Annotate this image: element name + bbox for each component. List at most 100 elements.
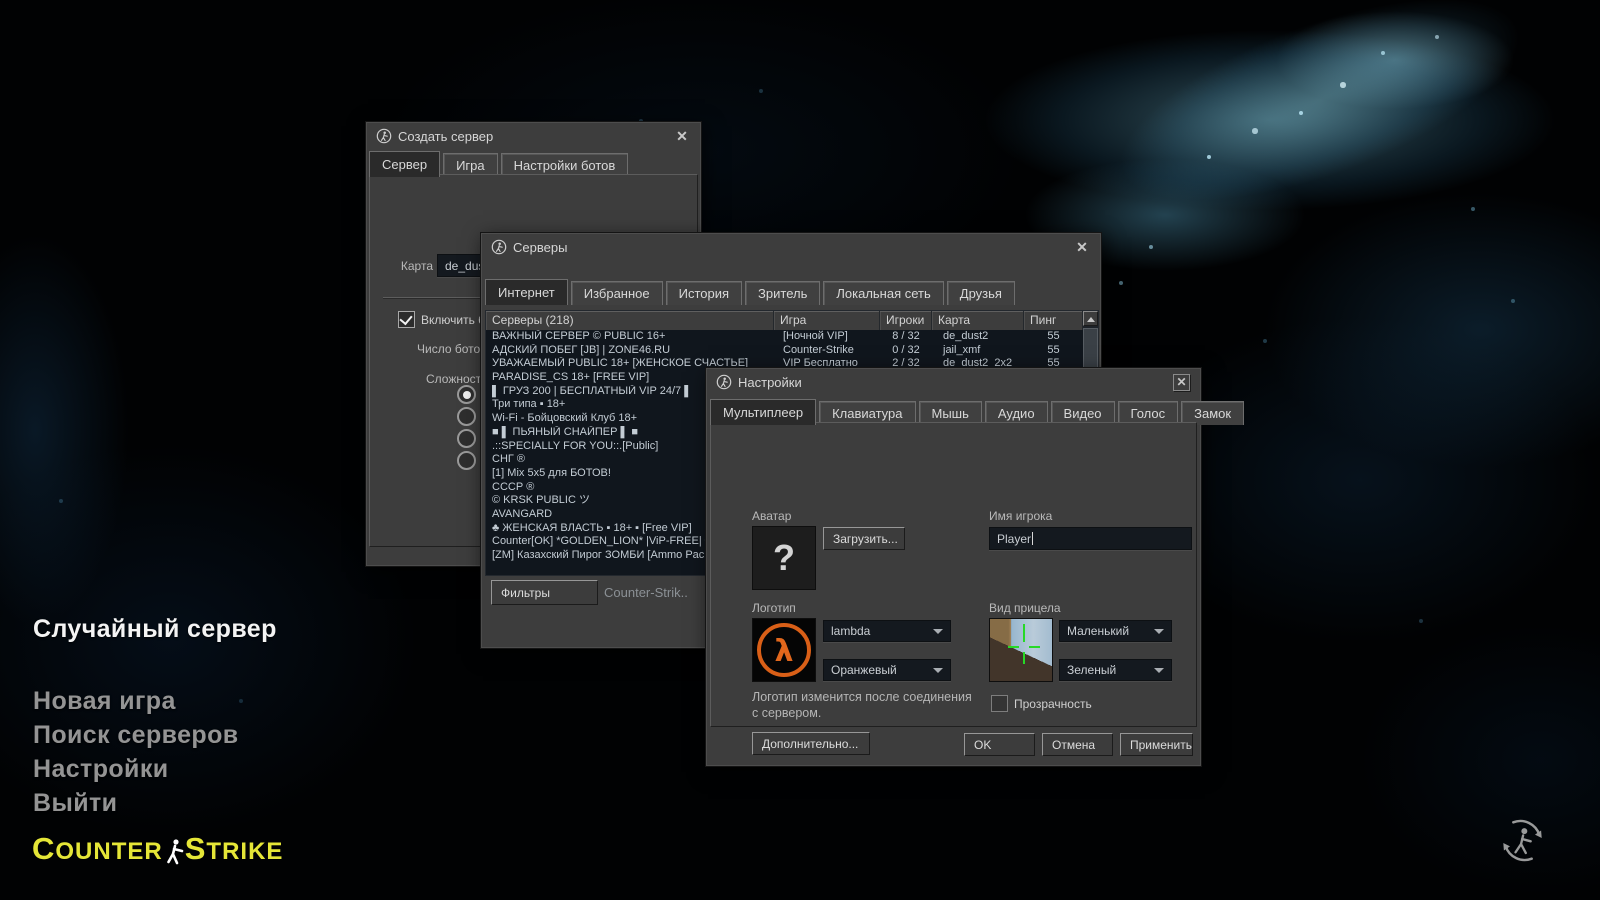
create-tab-0[interactable]: Сервер	[369, 151, 440, 177]
main-menu: Случайный сервер Новая играПоиск серверов…	[33, 612, 277, 820]
logo-type-value: lambda	[831, 624, 870, 638]
transparency-checkbox[interactable]	[991, 695, 1008, 712]
player-name-value: Player	[997, 532, 1031, 546]
cell-ping: 55	[1024, 344, 1083, 358]
filters-button[interactable]: Фильтры	[491, 580, 598, 605]
filter-summary-text: Counter-Strik..	[604, 585, 688, 600]
menu-item-1[interactable]: Новая игра	[33, 684, 277, 718]
scroll-up-button[interactable]	[1083, 311, 1098, 326]
player-name-input[interactable]: Player	[989, 527, 1192, 550]
servers-titlebar[interactable]: Серверы ✕	[481, 233, 1101, 261]
window-title: Создать сервер	[398, 129, 493, 144]
crosshair-color-value: Зеленый	[1067, 663, 1116, 677]
close-icon[interactable]: ✕	[674, 128, 690, 144]
servers-tab-3[interactable]: Зритель	[745, 281, 820, 305]
crosshair-line	[1023, 624, 1025, 642]
apply-button[interactable]: Применить	[1120, 733, 1193, 756]
close-icon[interactable]: ✕	[1074, 239, 1090, 255]
cs-corner-emblem-icon	[1499, 817, 1546, 864]
brand-counter: COUNTER	[32, 832, 163, 869]
crosshair-size-select[interactable]: Маленький	[1059, 620, 1172, 642]
difficulty-radio-3[interactable]	[457, 451, 476, 470]
logo-note-line1: Логотип изменится после соединения	[752, 690, 972, 704]
column-header-2[interactable]: Игроки	[880, 311, 932, 330]
water-droplets-decoration	[0, 0, 2, 2]
column-header-1[interactable]: Игра	[774, 311, 880, 330]
cell-players: 0 / 32	[880, 344, 932, 358]
settings-window: Настройки ✕ МультиплеерКлавиатураМышьАуд…	[705, 367, 1202, 767]
cell-map: de_dust2	[932, 330, 1024, 344]
logo-color-select[interactable]: Оранжевый	[823, 659, 951, 681]
cell-name: ВАЖНЫЙ СЕРВЕР © PUBLIC 16+	[486, 330, 774, 344]
column-header-4[interactable]: Пинг	[1024, 311, 1083, 330]
text-caret	[1032, 532, 1033, 545]
cell-game: Counter-Strike	[774, 344, 880, 358]
crosshair-label: Вид прицела	[989, 601, 1061, 615]
ok-button[interactable]: OK	[964, 733, 1035, 756]
logo-type-select[interactable]: lambda	[823, 620, 951, 642]
servers-tab-0[interactable]: Интернет	[485, 279, 568, 305]
servers-tab-2[interactable]: История	[666, 281, 742, 305]
difficulty-label: Сложность	[426, 372, 487, 386]
server-row-1[interactable]: АДСКИЙ ПОБЕГ [JB] | ZONE46.RUCounter-Str…	[486, 344, 1083, 358]
cell-name: АДСКИЙ ПОБЕГ [JB] | ZONE46.RU	[486, 344, 774, 358]
cs-window-icon	[491, 239, 507, 255]
servers-tabs: ИнтернетИзбранноеИсторияЗрительЛокальная…	[485, 279, 1015, 305]
logo-note-line2: с сервером.	[752, 706, 821, 720]
column-header-0[interactable]: Серверы (218)	[486, 311, 774, 330]
menu-item-4[interactable]: Выйти	[33, 786, 277, 820]
player-name-label: Имя игрока	[989, 509, 1052, 523]
server-row-0[interactable]: ВАЖНЫЙ СЕРВЕР © PUBLIC 16+[Ночной VIP]8 …	[486, 330, 1083, 344]
crosshair-preview	[989, 618, 1053, 682]
menu-item-3[interactable]: Настройки	[33, 752, 277, 786]
crosshair-color-select[interactable]: Зеленый	[1059, 659, 1172, 681]
menu-item-0[interactable]: Случайный сервер	[33, 612, 277, 646]
cs-window-icon	[716, 374, 732, 390]
transparency-label: Прозрачность	[1014, 697, 1092, 711]
settings-tab-0[interactable]: Мультиплеер	[710, 399, 816, 425]
cell-ping: 55	[1024, 330, 1083, 344]
menu-item-2[interactable]: Поиск серверов	[33, 718, 277, 752]
lambda-icon: λ	[775, 634, 794, 669]
difficulty-radio-1[interactable]	[457, 407, 476, 426]
multiplayer-tab-panel: Аватар ? Загрузить... Имя игрока Player …	[710, 422, 1197, 727]
server-list-header: Серверы (218)ИграИгрокиКартаПинг	[486, 311, 1083, 330]
soldier-icon	[165, 837, 185, 867]
crosshair-line	[1023, 652, 1025, 664]
column-header-3[interactable]: Карта	[932, 311, 1024, 330]
enable-bots-checkbox[interactable]	[398, 311, 415, 328]
crosshair-size-value: Маленький	[1067, 624, 1129, 638]
window-title: Серверы	[513, 240, 567, 255]
servers-tab-1[interactable]: Избранное	[571, 281, 663, 305]
chevron-down-icon	[933, 668, 943, 673]
cell-map: jail_xmf	[932, 344, 1024, 358]
crosshair-line	[1008, 646, 1019, 648]
servers-tab-5[interactable]: Друзья	[947, 281, 1015, 305]
logo-color-value: Оранжевый	[831, 663, 897, 677]
servers-tab-4[interactable]: Локальная сеть	[823, 281, 943, 305]
cancel-button[interactable]: Отмена	[1042, 733, 1113, 756]
cs-window-icon	[376, 128, 392, 144]
map-label: Карта	[378, 259, 433, 273]
close-icon[interactable]: ✕	[1173, 374, 1190, 391]
avatar: ?	[752, 526, 816, 590]
chevron-down-icon	[1154, 668, 1164, 673]
bots-count-label: Число ботов	[417, 342, 487, 356]
window-title: Настройки	[738, 375, 802, 390]
avatar-label: Аватар	[752, 509, 791, 523]
logo-label: Логотип	[752, 601, 796, 615]
create-server-titlebar[interactable]: Создать сервер ✕	[366, 122, 701, 150]
crosshair-line	[1029, 646, 1040, 648]
chevron-down-icon	[933, 629, 943, 634]
desktop: Случайный сервер Новая играПоиск серверов…	[0, 0, 1600, 900]
spray-logo-preview: λ	[752, 618, 816, 682]
avatar-placeholder: ?	[773, 537, 795, 579]
cell-players: 8 / 32	[880, 330, 932, 344]
settings-titlebar[interactable]: Настройки ✕	[706, 368, 1201, 396]
advanced-button[interactable]: Дополнительно...	[752, 732, 870, 755]
cell-game: [Ночной VIP]	[774, 330, 880, 344]
difficulty-radio-0[interactable]	[457, 385, 476, 404]
upload-avatar-button[interactable]: Загрузить...	[823, 527, 905, 550]
counter-strike-logo: COUNTERSTRIKE	[32, 832, 283, 869]
difficulty-radio-2[interactable]	[457, 429, 476, 448]
